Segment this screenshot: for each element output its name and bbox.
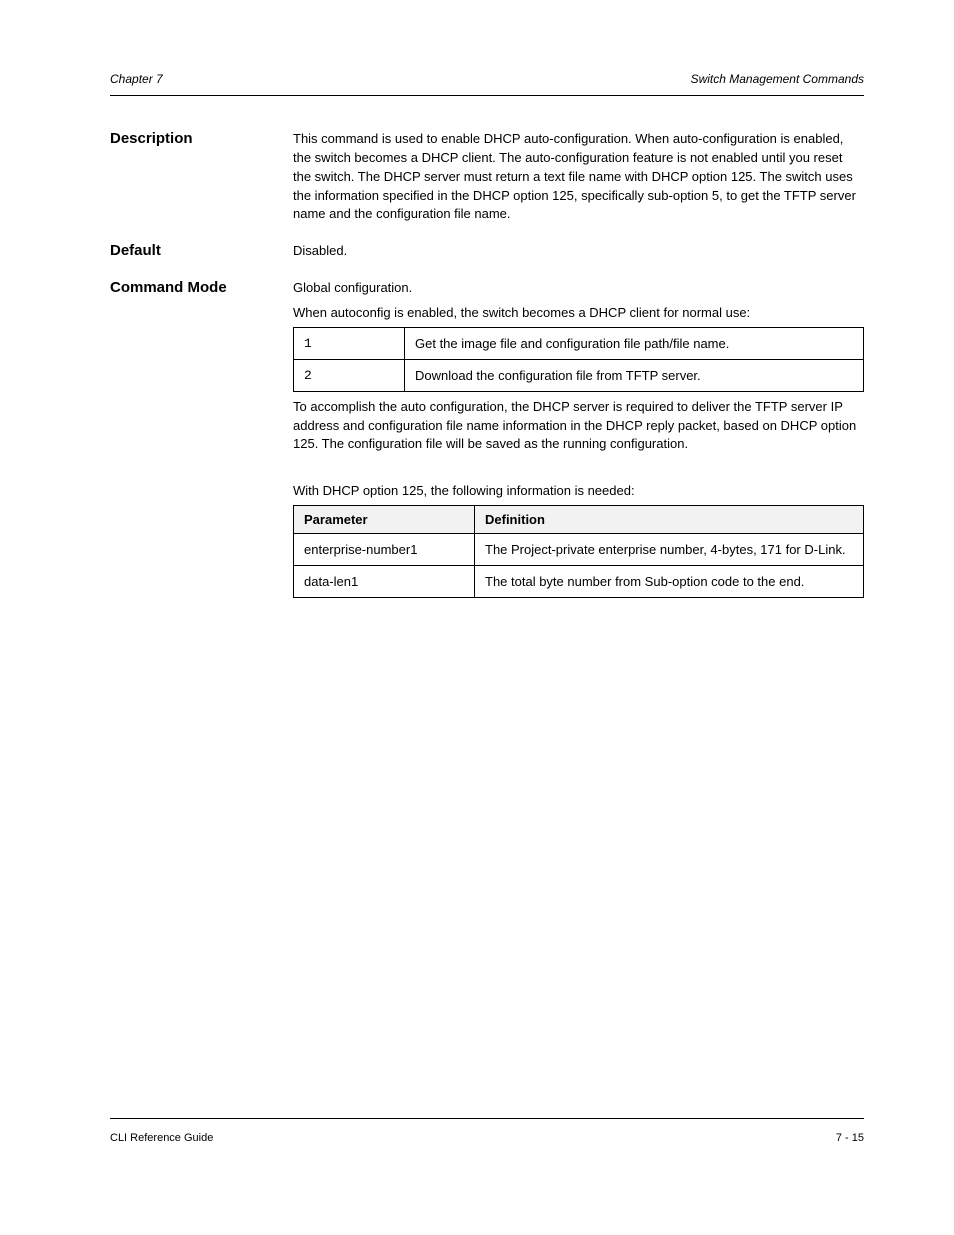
footer-rule	[110, 1118, 864, 1119]
table-header-row: Parameter Definition	[294, 506, 864, 534]
section-description: Description This command is used to enab…	[110, 130, 864, 224]
section-default: Default Disabled.	[110, 242, 864, 261]
cell-step-num: 1	[294, 327, 405, 359]
cell-step-desc: Get the image file and configuration fil…	[405, 327, 864, 359]
table-dhcp-option125: Parameter Definition enterprise-number1 …	[293, 505, 864, 598]
text-command-mode: Global configuration.	[293, 279, 864, 298]
cell-param: data-len1	[294, 566, 475, 598]
table-dhcp-steps: 1 Get the image file and configuration f…	[293, 327, 864, 392]
table-row: 2 Download the configuration file from T…	[294, 359, 864, 391]
cell-param: enterprise-number1	[294, 534, 475, 566]
header-title: Switch Management Commands	[691, 72, 864, 86]
header-chapter: Chapter 7	[110, 72, 163, 86]
cell-step-num: 2	[294, 359, 405, 391]
text-dhcp-opt-intro: With DHCP option 125, the following info…	[293, 482, 864, 501]
th-parameter: Parameter	[294, 506, 475, 534]
footer-page-number: 7 - 15	[836, 1132, 864, 1144]
footer-doc-title: CLI Reference Guide	[110, 1132, 213, 1144]
text-table1-intro: When autoconfig is enabled, the switch b…	[293, 304, 864, 323]
th-definition: Definition	[475, 506, 864, 534]
cell-def: The Project-private enterprise number, 4…	[475, 534, 864, 566]
cell-def: The total byte number from Sub-option co…	[475, 566, 864, 598]
heading-description: Description	[110, 130, 285, 149]
section-command-mode: Command Mode Global configuration. When …	[110, 279, 864, 598]
table-row: enterprise-number1 The Project-private e…	[294, 534, 864, 566]
text-table1-after: To accomplish the auto configuration, th…	[293, 398, 864, 455]
table-row: 1 Get the image file and configuration f…	[294, 327, 864, 359]
table-row: data-len1 The total byte number from Sub…	[294, 566, 864, 598]
header-rule	[110, 95, 864, 96]
text-default: Disabled.	[293, 242, 864, 261]
cell-step-desc: Download the configuration file from TFT…	[405, 359, 864, 391]
heading-command-mode: Command Mode	[110, 279, 285, 298]
text-description: This command is used to enable DHCP auto…	[293, 130, 864, 224]
heading-default: Default	[110, 242, 285, 261]
